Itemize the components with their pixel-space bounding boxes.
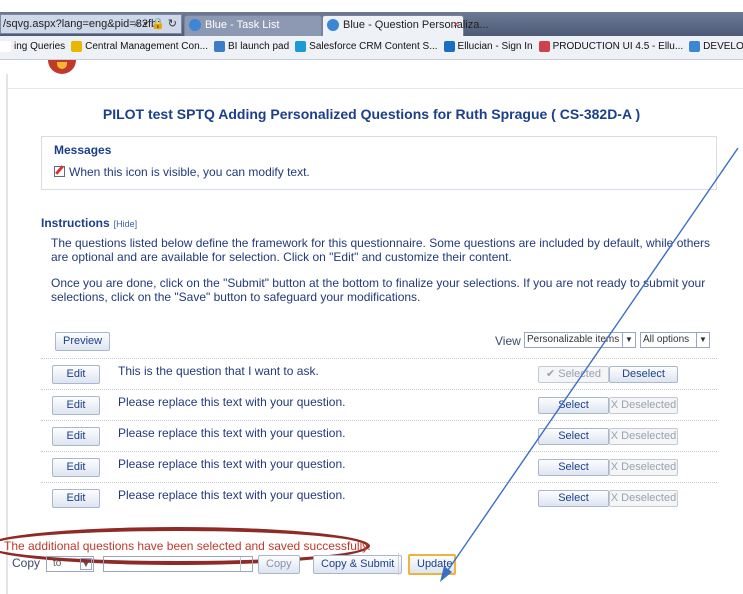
copy-target-input[interactable] — [103, 556, 253, 572]
tab-question-personalization[interactable]: Blue - Question Personaliza... × — [322, 15, 489, 36]
header-divider — [8, 88, 743, 89]
favorite-label: PRODUCTION UI 4.5 - Ellu... — [552, 41, 684, 52]
status-message: The additional questions have been selec… — [4, 539, 371, 553]
tab-label: Blue - Question Personaliza... — [343, 19, 489, 31]
favorite-link[interactable]: BI launch pad — [213, 36, 290, 58]
select-question-button[interactable]: Select — [538, 490, 609, 507]
page-title: PILOT test SPTQ Adding Personalized Ques… — [102, 106, 641, 122]
select-question-button[interactable]: Select — [538, 459, 609, 476]
select-question-button[interactable]: Select — [538, 428, 609, 445]
question-text: Please replace this text with your quest… — [118, 395, 346, 409]
edit-question-button[interactable]: Edit — [52, 458, 100, 477]
edit-question-button[interactable]: Edit — [52, 396, 100, 415]
edit-question-button[interactable]: Edit — [52, 427, 100, 446]
ie-icon — [189, 19, 201, 31]
favorite-icon — [538, 40, 550, 52]
copy-target-value: to — [53, 558, 62, 569]
tab-label: Blue - Task List — [205, 19, 280, 31]
question-row: Edit This is the question that I want to … — [41, 358, 717, 389]
favorite-link[interactable]: DEVELOPMENT Ellucian U... — [689, 36, 743, 58]
slide-title-fragment — [600, 0, 611, 12]
deselect-question-button[interactable]: X Deselected — [609, 490, 678, 507]
favorite-icon — [689, 40, 701, 52]
copy-toolbar: Copy to ▼ Copy Copy & Submit Update — [0, 552, 743, 576]
favorites-bar: ing Queries Central Management Con... BI l… — [0, 36, 743, 60]
favorite-icon — [295, 40, 307, 52]
messages-panel: Messages When this icon is visible, you … — [41, 136, 717, 190]
favorite-label: Ellucian - Sign In — [457, 41, 533, 52]
dropdown-handle[interactable] — [240, 557, 252, 571]
deselect-question-button[interactable]: Deselect — [609, 366, 678, 383]
options-filter-select[interactable]: All options ▼ — [640, 332, 710, 348]
question-text: Please replace this text with your quest… — [118, 488, 346, 502]
copy-label: Copy — [12, 556, 41, 570]
edit-question-button[interactable]: Edit — [52, 489, 100, 508]
edit-icon — [54, 166, 65, 177]
favorite-label: Salesforce CRM Content S... — [309, 41, 438, 52]
question-row: Edit Please replace this text with your q… — [41, 420, 717, 451]
view-filter-select[interactable]: Personalizable items ▼ — [524, 332, 636, 348]
question-text: Please replace this text with your quest… — [118, 426, 346, 440]
ie-icon — [327, 19, 339, 31]
deselect-question-button[interactable]: X Deselected — [609, 428, 678, 445]
favorite-link[interactable]: ing Queries — [0, 36, 65, 58]
left-divider — [6, 74, 8, 594]
question-text: This is the question that I want to ask. — [118, 364, 319, 378]
favorite-label: DEVELOPMENT Ellucian U... — [703, 41, 743, 52]
options-filter-value: All options — [643, 334, 690, 345]
instructions-paragraph-1: The questions listed below define the fr… — [51, 236, 711, 264]
favorite-link[interactable]: Central Management Con... — [71, 36, 208, 58]
tab-task-list[interactable]: Blue - Task List — [184, 15, 322, 36]
favorite-link[interactable]: Salesforce CRM Content S... — [295, 36, 438, 58]
address-bar-icons[interactable]: ⌕ ▾ 🔒 ↻ — [134, 15, 177, 33]
copy-target-select[interactable]: to ▼ — [46, 556, 94, 572]
select-question-button[interactable]: Select — [538, 397, 609, 414]
edit-question-button[interactable]: Edit — [52, 365, 100, 384]
toolbar-divider — [398, 553, 399, 575]
favorite-label: ing Queries — [14, 41, 66, 52]
copy-button[interactable]: Copy — [258, 555, 300, 574]
close-tab-icon[interactable]: × — [453, 16, 459, 35]
favorite-link[interactable]: Ellucian - Sign In — [443, 36, 533, 58]
preview-button[interactable]: Preview — [55, 332, 111, 351]
page-content: PILOT test SPTQ Adding Personalized Ques… — [0, 60, 743, 594]
messages-heading: Messages — [54, 143, 112, 157]
hide-instructions-link[interactable]: [Hide] — [114, 219, 138, 229]
select-question-button[interactable]: ✔ Selected — [538, 366, 609, 383]
slide-header-strip — [0, 0, 743, 12]
deselect-question-button[interactable]: X Deselected — [609, 459, 678, 476]
messages-text-row: When this icon is visible, you can modif… — [54, 165, 310, 179]
messages-text: When this icon is visible, you can modif… — [69, 165, 310, 179]
favorite-label: BI launch pad — [227, 41, 290, 52]
question-row: Edit Please replace this text with your q… — [41, 451, 717, 482]
deselect-question-button[interactable]: X Deselected — [609, 397, 678, 414]
question-row: Edit Please replace this text with your q… — [41, 482, 717, 513]
favorite-link[interactable]: PRODUCTION UI 4.5 - Ellu... — [538, 36, 684, 58]
logo — [48, 60, 76, 74]
favorite-icon — [71, 40, 83, 52]
instructions-panel: Instructions [Hide] The questions listed … — [41, 216, 717, 304]
chevron-down-icon: ▼ — [696, 333, 709, 347]
favorite-icon — [213, 40, 225, 52]
favorite-label: Central Management Con... — [85, 41, 208, 52]
view-label: View — [495, 334, 521, 348]
address-bar[interactable]: /sqvg.aspx?lang=eng&pid=82fb: ⌕ ▾ 🔒 ↻ — [0, 14, 182, 34]
question-text: Please replace this text with your quest… — [118, 457, 346, 471]
chevron-down-icon: ▼ — [80, 558, 92, 570]
instructions-heading: Instructions — [41, 216, 110, 230]
view-filter-value: Personalizable items — [527, 334, 620, 345]
favorite-icon — [443, 40, 455, 52]
copy-and-submit-button[interactable]: Copy & Submit — [313, 555, 403, 574]
chevron-down-icon: ▼ — [622, 333, 635, 347]
instructions-paragraph-2: Once you are done, click on the "Submit"… — [51, 276, 706, 304]
update-button[interactable]: Update — [408, 554, 456, 575]
favorite-icon — [0, 40, 11, 52]
question-row: Edit Please replace this text with your q… — [41, 389, 717, 420]
